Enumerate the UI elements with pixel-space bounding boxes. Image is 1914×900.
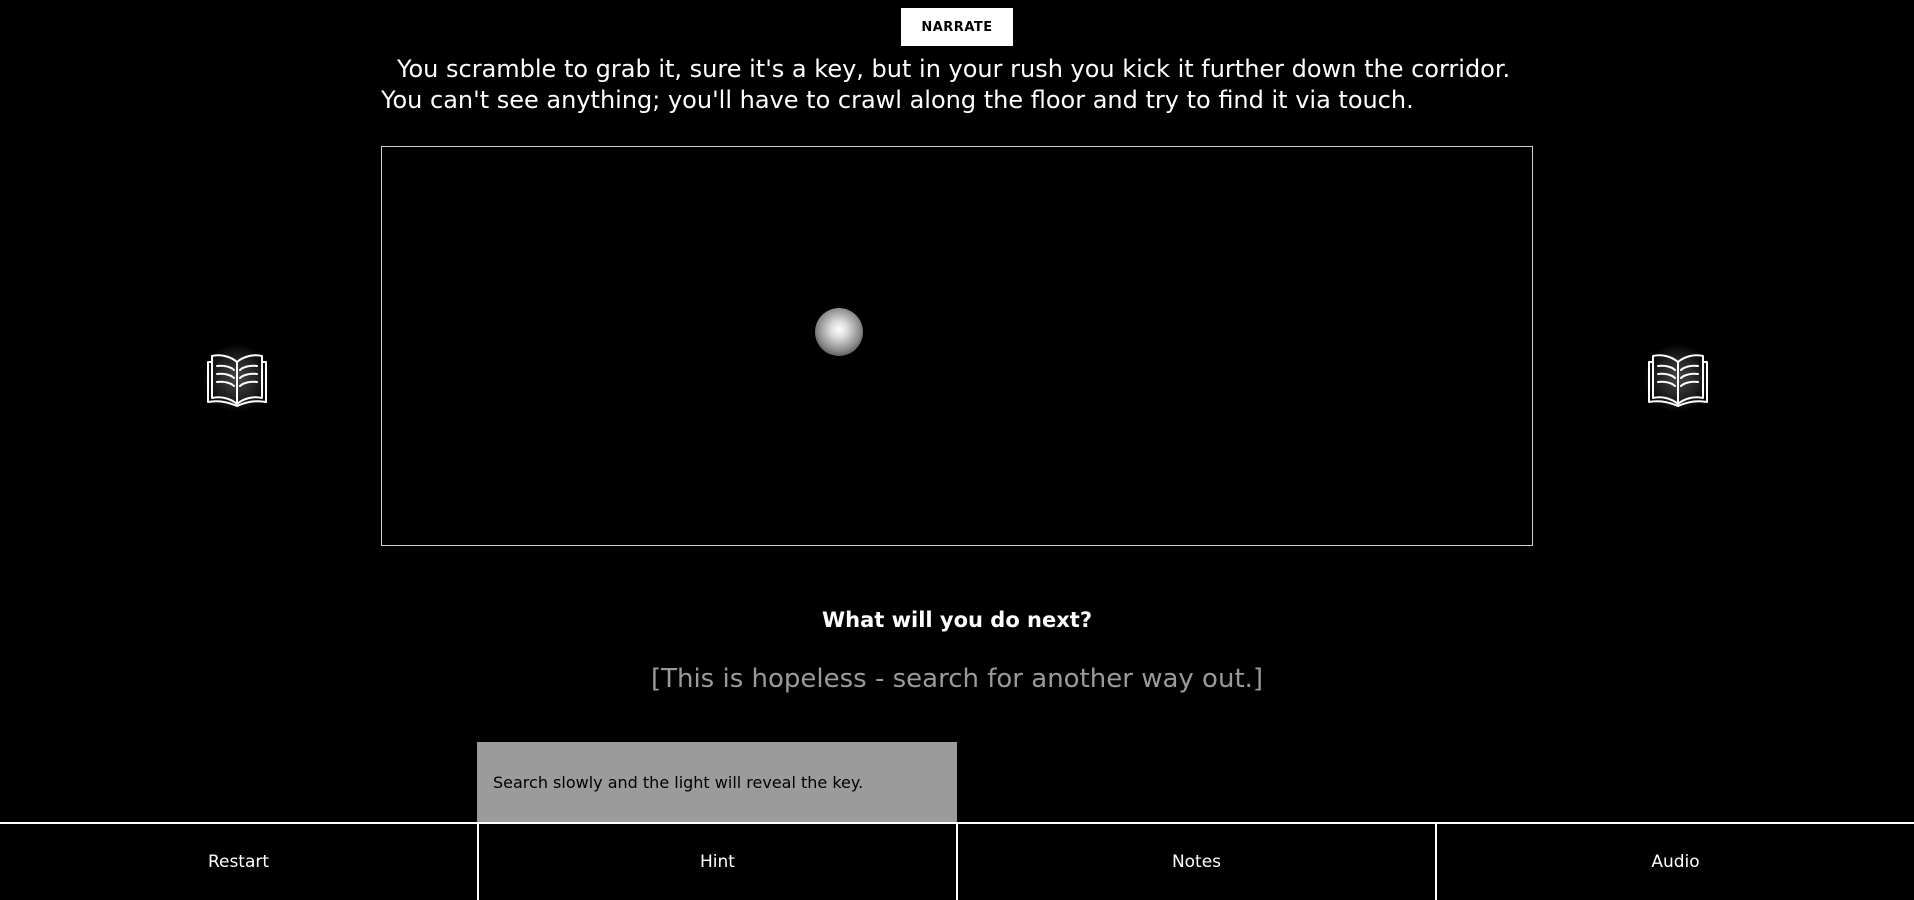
next-page-button[interactable]: [1644, 344, 1712, 412]
story-text: You scramble to grab it, sure it's a key…: [381, 54, 1541, 116]
open-book-icon: [207, 354, 267, 407]
story-line-1: You scramble to grab it, sure it's a key…: [397, 55, 1511, 83]
restart-button[interactable]: Restart: [0, 824, 477, 900]
previous-page-button[interactable]: [203, 344, 271, 412]
next-action-prompt: What will you do next?: [821, 608, 1093, 632]
light-orb: [815, 308, 863, 356]
game-screen: NARRATE You scramble to grab it, sure it…: [0, 0, 1914, 900]
hint-text: Search slowly and the light will reveal …: [493, 773, 864, 792]
notes-button[interactable]: Notes: [956, 824, 1435, 900]
hint-popup: Search slowly and the light will reveal …: [477, 742, 957, 823]
story-line-2: You can't see anything; you'll have to c…: [381, 86, 1414, 114]
narrate-button[interactable]: NARRATE: [901, 8, 1013, 46]
choice-option[interactable]: [This is hopeless - search for another w…: [381, 664, 1533, 694]
bottom-bar: Restart Hint Notes Audio: [0, 822, 1914, 900]
hint-button[interactable]: Hint: [477, 824, 956, 900]
open-book-icon: [1648, 354, 1708, 407]
audio-button[interactable]: Audio: [1435, 824, 1914, 900]
search-area[interactable]: [381, 146, 1533, 546]
